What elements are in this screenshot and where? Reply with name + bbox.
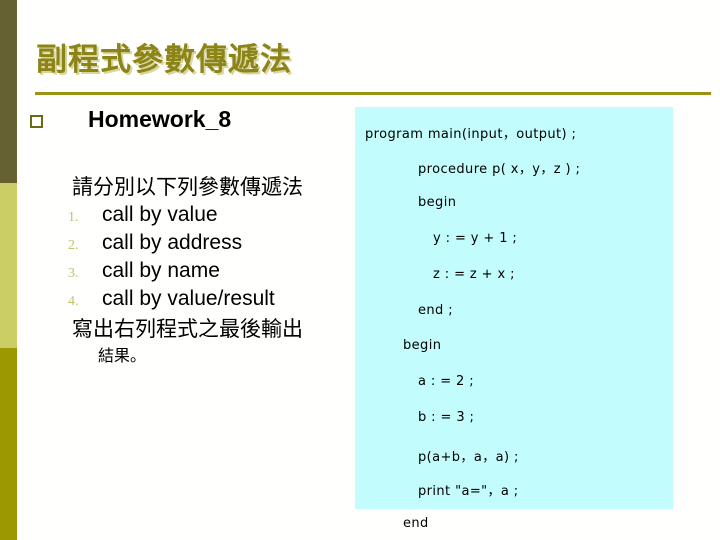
list-item: 2. call by address — [30, 231, 350, 255]
heading-bullet-row: Homework_8 — [30, 106, 350, 134]
sidebar-band-bottom — [0, 348, 17, 540]
code-line: p(a+b，a，a) ; — [418, 450, 519, 465]
code-line: end — [403, 516, 429, 531]
code-line: begin — [403, 338, 442, 353]
list-item-label: call by address — [102, 230, 243, 254]
list-item-number: 2. — [68, 237, 79, 253]
code-line: procedure p( x，y，z ) ; — [418, 162, 581, 177]
code-line: print "a="，a ; — [418, 484, 519, 499]
list-item-label: call by value/result — [102, 287, 275, 311]
intro-text: 請分別以下列參數傳遞法 — [72, 174, 303, 199]
list-item-label: call by value — [102, 202, 218, 226]
code-panel: program main(input，output) ; procedure p… — [355, 107, 673, 531]
sidebar-band-top — [0, 0, 17, 183]
homework-heading: Homework_8 — [88, 106, 232, 132]
code-line: a : = 2 ; — [418, 374, 475, 389]
code-line: b : = 3 ; — [418, 410, 475, 425]
method-list: 1. call by value 2. call by address 3. c… — [30, 203, 350, 312]
outro-text-line-1: 寫出右列程式之最後輸出 — [72, 317, 303, 342]
title-divider-rule — [35, 92, 711, 95]
hollow-square-bullet-icon — [30, 115, 43, 128]
list-item: 4. call by value/result — [30, 287, 350, 311]
list-item-number: 3. — [68, 265, 79, 281]
code-line: end ; — [418, 303, 454, 318]
list-item-label: call by name — [102, 258, 220, 282]
list-item-number: 1. — [68, 209, 79, 225]
outro-text-line-2: 結果。 — [98, 348, 147, 366]
code-line: z : = z + x ; — [433, 267, 515, 282]
list-item-number: 4. — [68, 294, 79, 310]
slide-title: 副程式參數傳遞法 — [36, 42, 292, 78]
left-content-column: Homework_8 請分別以下列參數傳遞法 1. call by value … — [30, 106, 350, 366]
code-line: program main(input，output) ; — [365, 127, 577, 142]
slide-canvas: 副程式參數傳遞法 Homework_8 請分別以下列參數傳遞法 1. call … — [0, 0, 720, 540]
code-line: begin — [418, 195, 457, 210]
list-item: 3. call by name — [30, 259, 350, 283]
code-line: y : = y + 1 ; — [433, 231, 518, 246]
sidebar-band-middle — [0, 183, 17, 348]
list-item: 1. call by value — [30, 203, 350, 227]
